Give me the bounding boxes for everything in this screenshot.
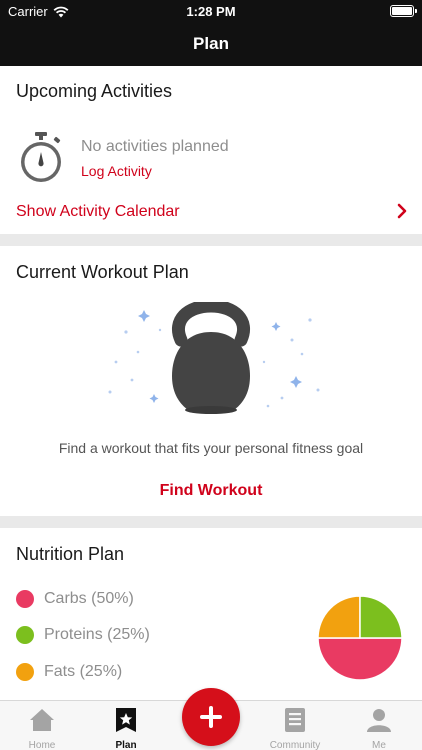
- nutrition-plan-title: Nutrition Plan: [16, 544, 125, 564]
- tab-community-label: Community: [269, 740, 321, 750]
- pie-slice-fats: [317, 595, 361, 639]
- tab-plan-label: Plan: [115, 740, 137, 750]
- fats-label: Fats (25%): [44, 663, 123, 680]
- page-title: Plan: [193, 34, 229, 53]
- status-time: 1:28 PM: [186, 4, 236, 19]
- home-icon: [30, 709, 54, 731]
- carbs-dot: [16, 590, 34, 608]
- kettlebell-icon: [108, 302, 320, 414]
- community-icon: [285, 708, 305, 732]
- nutrition-legend-fats: Fats (25%): [16, 663, 122, 681]
- status-bar: Carrier 1:28 PM: [0, 0, 422, 22]
- nutrition-plan-card: Nutrition Plan Carbs (50%) Proteins (25%…: [0, 528, 422, 700]
- pie-slice-carbs: [317, 637, 403, 681]
- nutrition-pie-chart: [317, 595, 403, 681]
- current-workout-plan-card: Current Workout Plan Find a workout that…: [0, 246, 422, 516]
- stopwatch-icon: [21, 132, 61, 182]
- tab-me[interactable]: Me: [337, 701, 421, 750]
- person-icon: [367, 709, 391, 732]
- carbs-label: Carbs (50%): [44, 590, 134, 607]
- app-header: Carrier 1:28 PM Plan: [0, 0, 422, 66]
- plan-star-icon: [116, 708, 136, 732]
- add-activity-button[interactable]: [182, 688, 240, 746]
- tab-home[interactable]: Home: [0, 701, 84, 750]
- battery-icon: [390, 5, 417, 17]
- chevron-right-icon[interactable]: [396, 202, 408, 220]
- proteins-dot: [16, 626, 34, 644]
- plus-icon: [200, 706, 222, 728]
- nutrition-legend-proteins: Proteins (25%): [16, 626, 150, 644]
- fats-dot: [16, 663, 34, 681]
- nutrition-legend-carbs: Carbs (50%): [16, 590, 134, 608]
- upcoming-activities-title: Upcoming Activities: [16, 81, 173, 101]
- upcoming-activities-card: Upcoming Activities No activities planne…: [0, 66, 422, 234]
- workout-description: Find a workout that fits your personal f…: [58, 440, 364, 456]
- show-activity-calendar-link[interactable]: Show Activity Calendar: [16, 203, 180, 221]
- tab-plan[interactable]: Plan: [84, 701, 168, 750]
- pie-slice-proteins: [359, 595, 403, 639]
- tab-home-label: Home: [28, 740, 56, 750]
- tab-me-label: Me: [372, 740, 386, 750]
- no-activities-text: No activities planned: [81, 138, 229, 155]
- log-activity-link[interactable]: Log Activity: [81, 163, 152, 179]
- tab-community[interactable]: Community: [253, 701, 337, 750]
- find-workout-button[interactable]: Find Workout: [0, 482, 422, 500]
- proteins-label: Proteins (25%): [44, 626, 150, 643]
- current-workout-plan-title: Current Workout Plan: [16, 262, 189, 282]
